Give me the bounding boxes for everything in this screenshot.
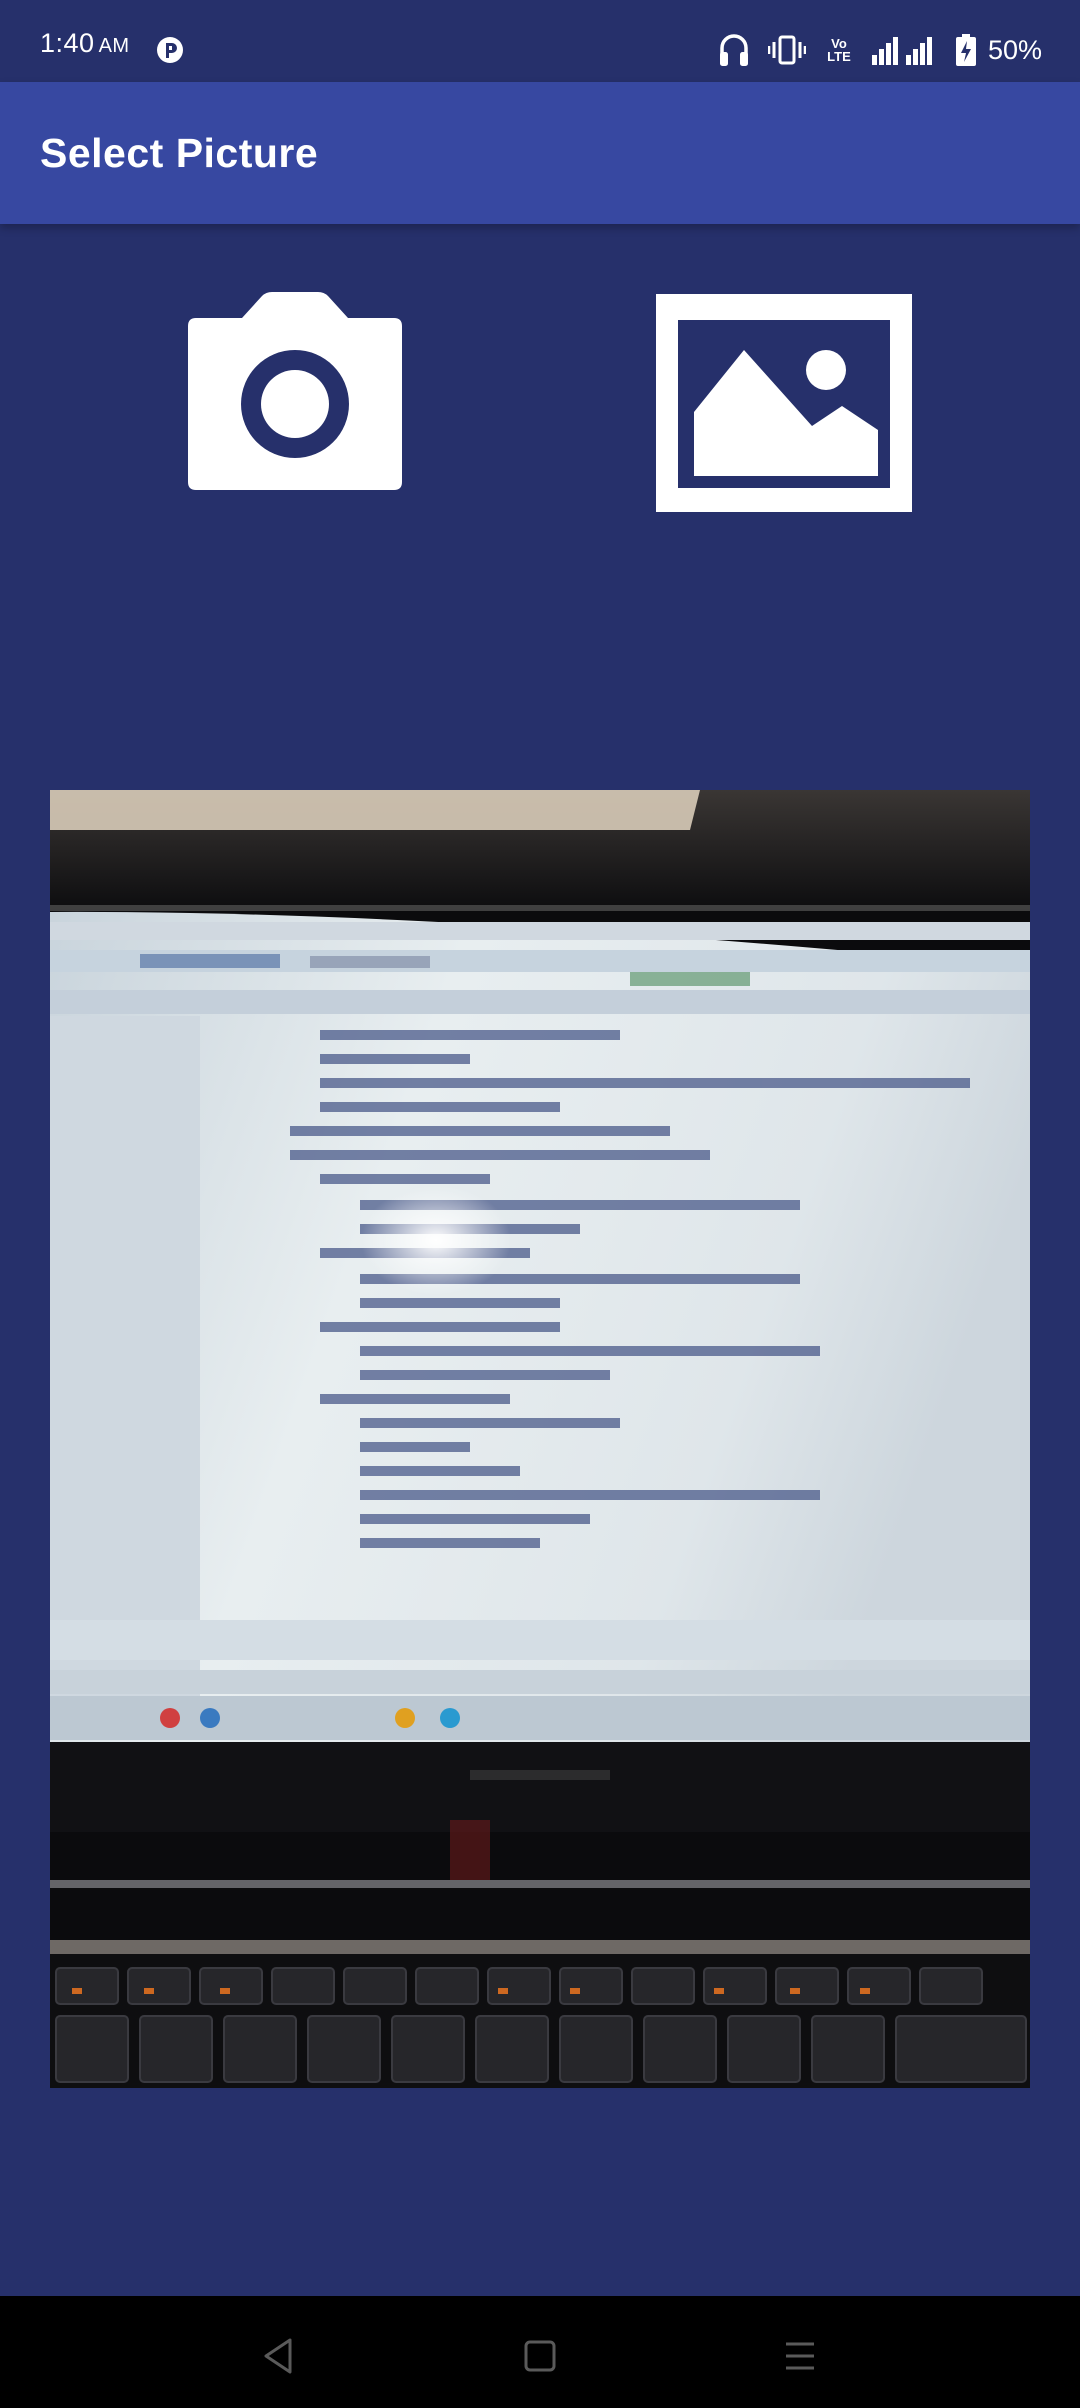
image-icon	[656, 294, 912, 512]
home-button[interactable]	[510, 2326, 570, 2386]
laptop-photo	[50, 790, 1030, 2088]
battery-percent: 50%	[987, 34, 1042, 65]
headphones-icon	[719, 34, 748, 66]
status-time: 1:40 AM	[40, 28, 130, 59]
gallery-button[interactable]	[656, 294, 912, 512]
recents-button[interactable]	[770, 2326, 830, 2386]
home-square-icon	[524, 2340, 556, 2372]
volte-indicator: Vo LTE	[824, 37, 854, 63]
status-time-ampm: AM	[98, 35, 130, 57]
battery-charging-icon	[955, 34, 976, 66]
status-time-value: 1:40	[40, 28, 95, 58]
status-icons: Vo LTE 50%	[718, 30, 1042, 70]
camera-icon	[188, 292, 402, 490]
volte-line2: LTE	[827, 49, 851, 64]
camera-button[interactable]	[180, 290, 410, 500]
back-triangle-icon	[264, 2338, 292, 2374]
app-notification-icon	[157, 37, 183, 63]
photo-preview	[50, 790, 1030, 2088]
app-bar: Select Picture	[0, 82, 1080, 224]
back-button[interactable]	[248, 2326, 308, 2386]
page-title: Select Picture	[40, 130, 319, 176]
screen: 1:40 AM Vo LTE 50% Select Picture	[0, 0, 1080, 2408]
vibrate-icon	[767, 35, 806, 65]
navigation-bar	[0, 2296, 1080, 2408]
status-bar: 1:40 AM Vo LTE 50%	[0, 0, 1080, 82]
signal-icon	[871, 37, 932, 65]
menu-lines-icon	[786, 2342, 814, 2370]
